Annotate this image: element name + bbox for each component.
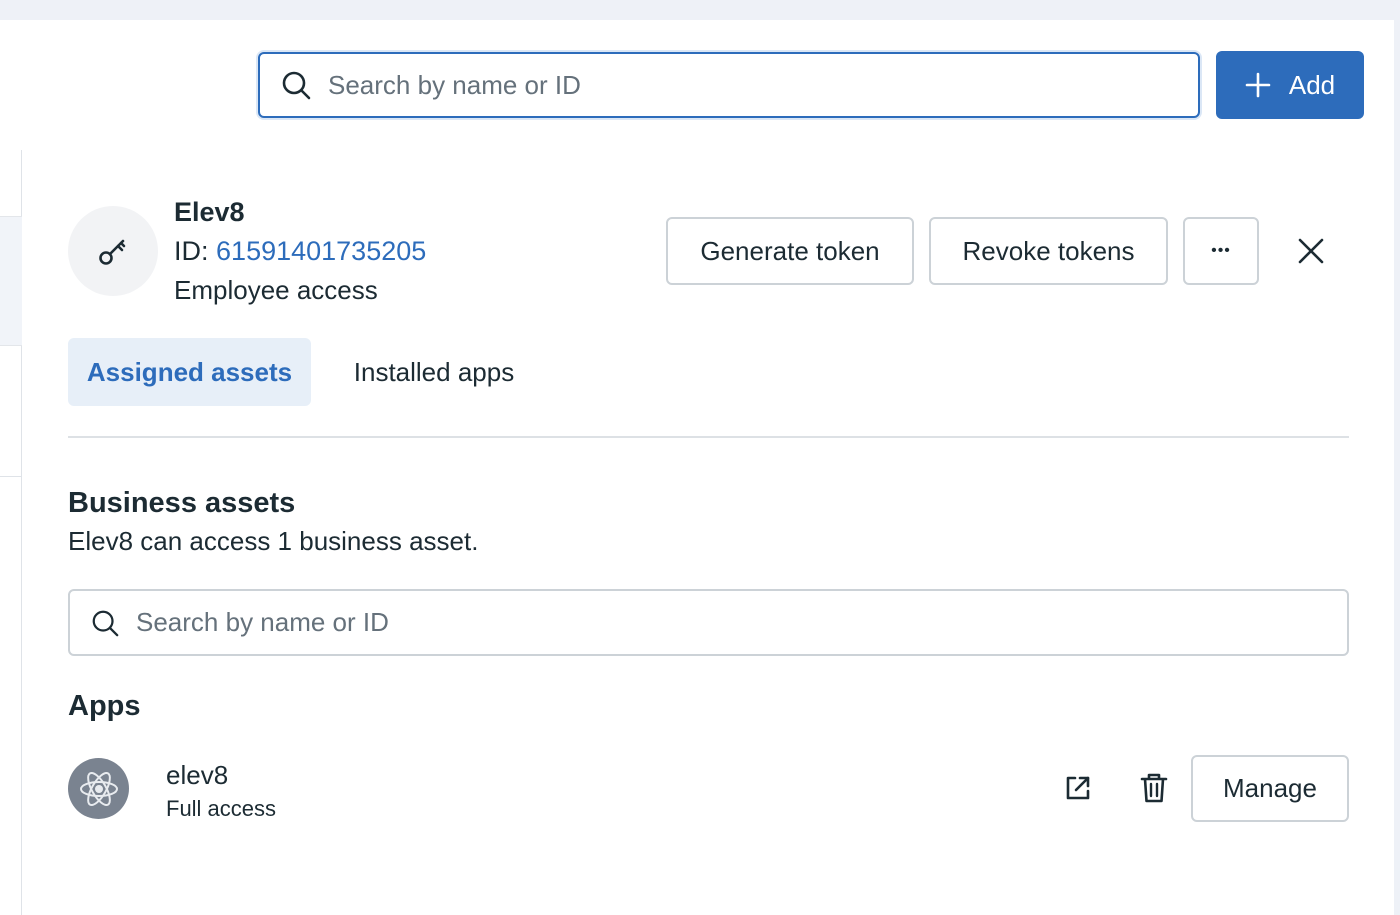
add-button[interactable]: Add [1216,51,1364,119]
search-icon [92,610,119,636]
entity-id-label: ID: [174,236,209,266]
close-button[interactable] [1290,230,1332,272]
asset-search-input[interactable] [136,607,1347,638]
manage-app-button[interactable]: Manage [1191,755,1349,822]
external-link-icon[interactable] [1060,770,1096,806]
key-icon [99,239,126,265]
entity-id: ID: 61591401735205 [174,236,426,267]
revoke-tokens-button[interactable]: Revoke tokens [929,217,1168,285]
entity-name: Elev8 [174,197,245,227]
apps-section-title: Apps [68,690,141,722]
app-access-level: Full access [166,796,277,821]
search-icon [282,71,311,100]
plus-icon [1245,72,1271,98]
tab-assigned-assets[interactable]: Assigned assets [68,338,311,406]
top-search-input[interactable] [328,69,1198,101]
entity-id-link[interactable]: 61591401735205 [216,236,426,266]
asset-search-field[interactable] [68,589,1349,656]
close-icon [1298,238,1324,264]
app-name: elev8 [166,760,229,790]
tabs-divider [68,436,1349,438]
add-button-label: Add [1288,69,1336,100]
app-avatar [68,758,129,819]
generate-token-button[interactable]: Generate token [666,217,914,285]
entity-access-level: Employee access [174,275,378,305]
atom-icon [79,771,118,806]
left-rail-selected-item[interactable] [0,216,22,346]
more-options-button[interactable]: ••• [1183,217,1259,285]
left-rail-divider [0,476,22,477]
trash-icon[interactable] [1136,770,1172,806]
system-user-avatar [68,206,158,296]
business-assets-description: Elev8 can access 1 business asset. [68,526,479,556]
tab-installed-apps[interactable]: Installed apps [330,338,538,406]
top-search-field[interactable] [258,52,1200,118]
business-assets-title: Business assets [68,487,296,519]
more-icon: ••• [1211,242,1231,259]
